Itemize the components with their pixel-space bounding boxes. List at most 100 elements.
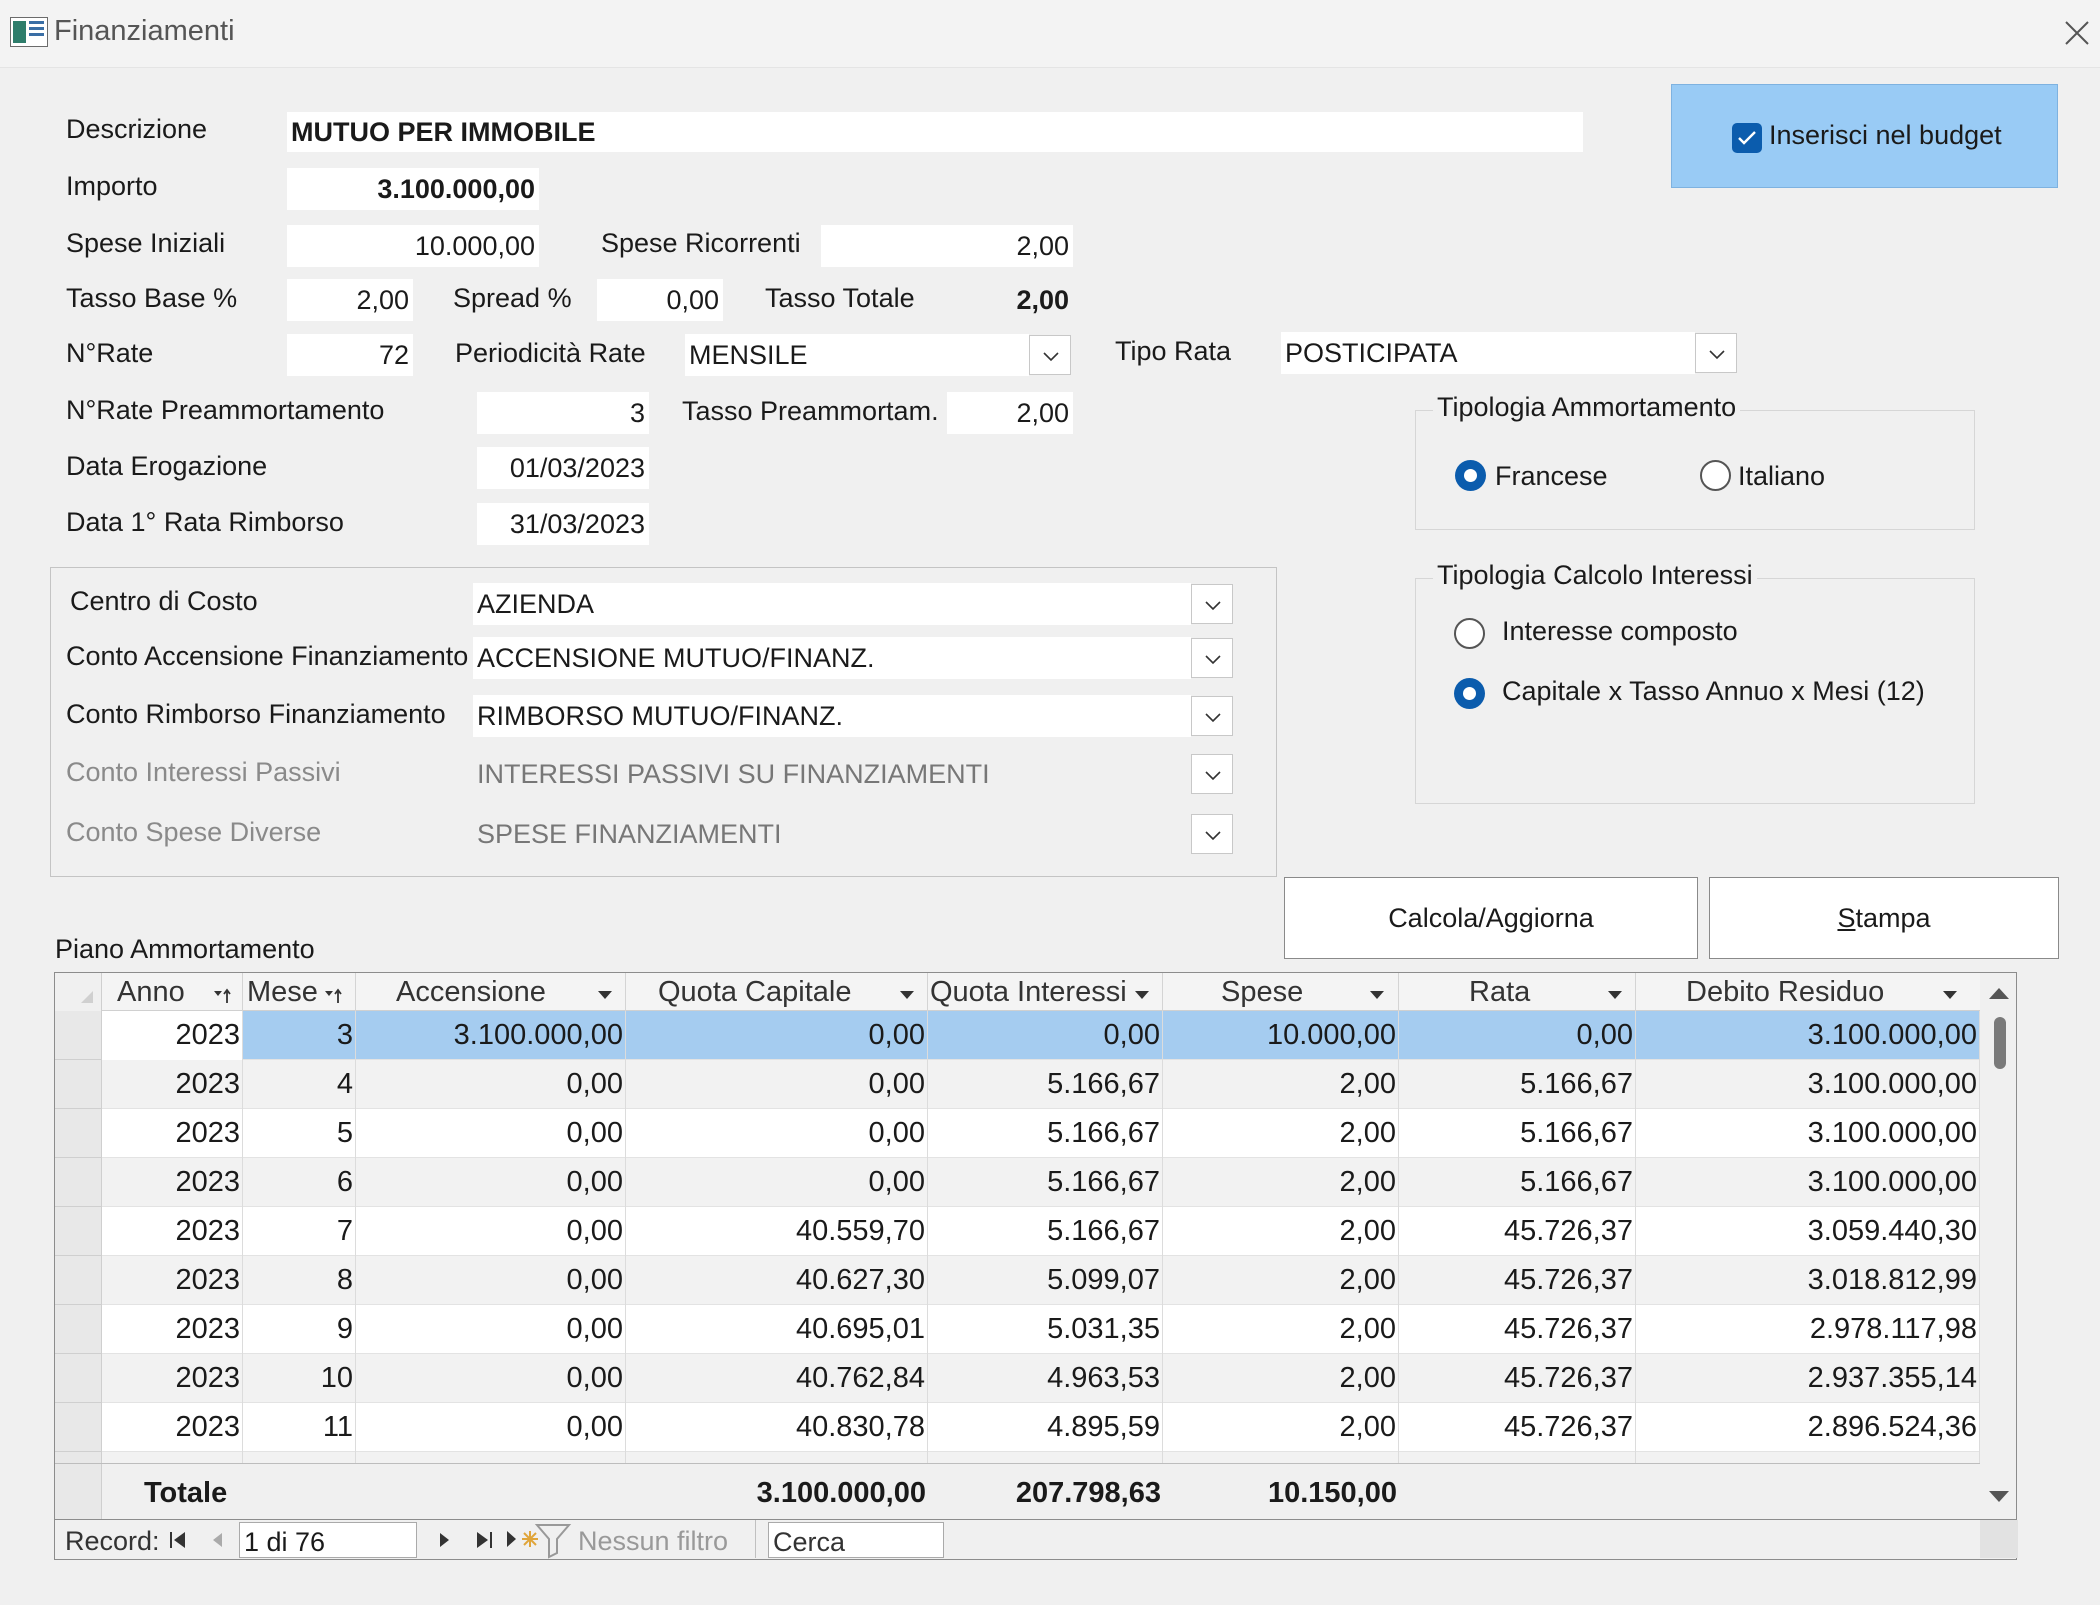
table-cell[interactable]: 4.895,59 [928, 1403, 1163, 1452]
filter-dropdown-icon[interactable] [1941, 989, 1959, 1001]
table-cell[interactable]: 10 [243, 1354, 356, 1403]
table-cell[interactable]: 3.100.000,00 [1636, 1011, 1980, 1060]
row-selector[interactable] [55, 1158, 102, 1207]
column-header-rata[interactable]: Rata [1399, 973, 1636, 1011]
row-selector[interactable] [55, 1060, 102, 1109]
column-header-accensione[interactable]: Accensione [356, 973, 626, 1011]
table-cell[interactable]: 5.099,07 [928, 1256, 1163, 1305]
table-cell[interactable]: 9 [243, 1305, 356, 1354]
table-cell[interactable]: 5.166,67 [1399, 1060, 1636, 1109]
table-cell[interactable]: 2.896.524,36 [1636, 1403, 1980, 1452]
conto-accensione-select[interactable]: ACCENSIONE MUTUO/FINANZ. [473, 637, 1191, 679]
table-row[interactable]: 2023 3 3.100.000,00 0,00 0,00 10.000,00 0,00 3.… [102, 1011, 1980, 1060]
table-row[interactable]: 2023 4 0,00 0,00 5.166,67 2,00 5.166,67 3.100.0… [102, 1060, 1980, 1109]
row-selector[interactable] [55, 1109, 102, 1158]
data-prima-rata-field[interactable]: 31/03/2023 [477, 503, 649, 545]
table-cell[interactable]: 3.059.440,30 [1636, 1207, 1980, 1256]
table-cell[interactable]: 2,00 [1163, 1403, 1399, 1452]
table-cell[interactable]: 0,00 [626, 1158, 928, 1207]
filter-dropdown-icon[interactable] [1368, 989, 1386, 1001]
column-header-mese[interactable]: Mese [243, 973, 356, 1011]
radio-capitale-tasso[interactable] [1454, 678, 1485, 709]
sort-filter-icon[interactable] [323, 987, 347, 1005]
row-selector[interactable] [55, 1354, 102, 1403]
chevron-down-icon[interactable] [1191, 696, 1233, 736]
table-cell[interactable]: 10.000,00 [1163, 1011, 1399, 1060]
table-row[interactable]: 2023 5 0,00 0,00 5.166,67 2,00 5.166,67 3.100.0… [102, 1109, 1980, 1158]
column-header-anno[interactable]: Anno [102, 973, 243, 1011]
column-header-quota-capitale[interactable]: Quota Capitale [626, 973, 928, 1011]
piano-ammortamento-grid[interactable]: Anno Mese Accensione Quota Capitale Quot… [54, 972, 2017, 1520]
table-row[interactable]: 2023 8 0,00 40.627,30 5.099,07 2,00 45.726,37 3… [102, 1256, 1980, 1305]
column-header-debito-residuo[interactable]: Debito Residuo [1636, 973, 1980, 1011]
table-cell[interactable]: 0,00 [356, 1256, 626, 1305]
n-rate-pre-field[interactable]: 3 [477, 392, 649, 434]
table-row[interactable]: 2023 10 0,00 40.762,84 4.963,53 2,00 45.726,37… [102, 1354, 1980, 1403]
table-cell[interactable]: 5.166,67 [1399, 1158, 1636, 1207]
table-cell[interactable]: 2.978.117,98 [1636, 1305, 1980, 1354]
table-cell[interactable]: 3.100.000,00 [1636, 1158, 1980, 1207]
table-cell[interactable]: 4 [243, 1060, 356, 1109]
radio-interesse-composto[interactable] [1454, 618, 1485, 649]
row-selector[interactable] [55, 1011, 102, 1060]
table-cell[interactable]: 0,00 [356, 1158, 626, 1207]
row-selector[interactable] [55, 1403, 102, 1452]
table-cell[interactable]: 45.726,37 [1399, 1305, 1636, 1354]
table-cell[interactable]: 2023 [102, 1354, 243, 1403]
column-header-quota-interessi[interactable]: Quota Interessi [928, 973, 1163, 1011]
spread-field[interactable]: 0,00 [597, 279, 723, 321]
filter-dropdown-icon[interactable] [898, 989, 916, 1001]
table-cell[interactable]: 2,00 [1163, 1305, 1399, 1354]
previous-record-icon[interactable] [209, 1529, 225, 1551]
table-cell[interactable]: 0,00 [356, 1354, 626, 1403]
table-cell[interactable]: 5 [243, 1109, 356, 1158]
table-row[interactable]: 2023 11 0,00 40.830,78 4.895,59 2,00 45.726,37… [102, 1403, 1980, 1452]
budget-toggle-button[interactable]: Inserisci nel budget [1671, 84, 2058, 188]
chevron-down-icon[interactable] [1191, 638, 1233, 678]
spese-ricorrenti-field[interactable]: 2,00 [821, 225, 1073, 267]
table-cell[interactable]: 2,00 [1163, 1354, 1399, 1403]
table-cell[interactable]: 2,00 [1163, 1109, 1399, 1158]
table-cell[interactable]: 40.762,84 [626, 1354, 928, 1403]
tasso-base-field[interactable]: 2,00 [287, 279, 413, 321]
table-cell[interactable]: 11 [243, 1403, 356, 1452]
table-cell[interactable]: 0,00 [356, 1060, 626, 1109]
calcola-aggiorna-button[interactable]: Calcola/Aggiorna [1284, 877, 1698, 959]
importo-field[interactable]: 3.100.000,00 [287, 168, 539, 210]
radio-francese[interactable] [1455, 460, 1486, 491]
periodicita-select[interactable]: MENSILE [685, 334, 1029, 376]
chevron-down-icon[interactable] [1029, 335, 1071, 375]
table-cell[interactable]: 3.100.000,00 [356, 1011, 626, 1060]
tasso-pre-field[interactable]: 2,00 [947, 392, 1073, 434]
table-cell[interactable]: 2023 [102, 1011, 243, 1060]
table-cell[interactable]: 5.166,67 [928, 1109, 1163, 1158]
tipo-rata-select[interactable]: POSTICIPATA [1281, 332, 1695, 374]
table-cell[interactable]: 5.166,67 [928, 1158, 1163, 1207]
spese-iniziali-field[interactable]: 10.000,00 [287, 225, 539, 267]
table-cell[interactable]: 40.830,78 [626, 1403, 928, 1452]
sort-filter-icon[interactable] [212, 987, 236, 1005]
table-cell[interactable]: 3.100.000,00 [1636, 1109, 1980, 1158]
table-cell[interactable]: 2023 [102, 1256, 243, 1305]
table-cell[interactable]: 2023 [102, 1207, 243, 1256]
row-selector[interactable] [55, 1207, 102, 1256]
filter-dropdown-icon[interactable] [596, 989, 614, 1001]
first-record-icon[interactable] [167, 1529, 189, 1551]
table-cell[interactable]: 0,00 [356, 1403, 626, 1452]
stampa-button[interactable]: Stampa [1709, 877, 2059, 959]
record-position-input[interactable]: 1 di 76 [239, 1522, 417, 1558]
table-cell[interactable]: 0,00 [626, 1011, 928, 1060]
data-erogazione-field[interactable]: 01/03/2023 [477, 447, 649, 489]
table-cell[interactable]: 0,00 [626, 1109, 928, 1158]
descrizione-field[interactable]: MUTUO PER IMMOBILE [287, 112, 1583, 152]
table-cell[interactable]: 2,00 [1163, 1158, 1399, 1207]
table-cell[interactable]: 4.963,53 [928, 1354, 1163, 1403]
next-record-icon[interactable] [437, 1529, 453, 1551]
table-cell[interactable]: 2023 [102, 1158, 243, 1207]
row-selector[interactable] [55, 1256, 102, 1305]
table-cell[interactable]: 5.166,67 [928, 1060, 1163, 1109]
table-cell[interactable]: 2,00 [1163, 1256, 1399, 1305]
table-cell[interactable]: 0,00 [356, 1305, 626, 1354]
table-cell[interactable]: 40.695,01 [626, 1305, 928, 1354]
table-cell[interactable]: 3.100.000,00 [1636, 1060, 1980, 1109]
